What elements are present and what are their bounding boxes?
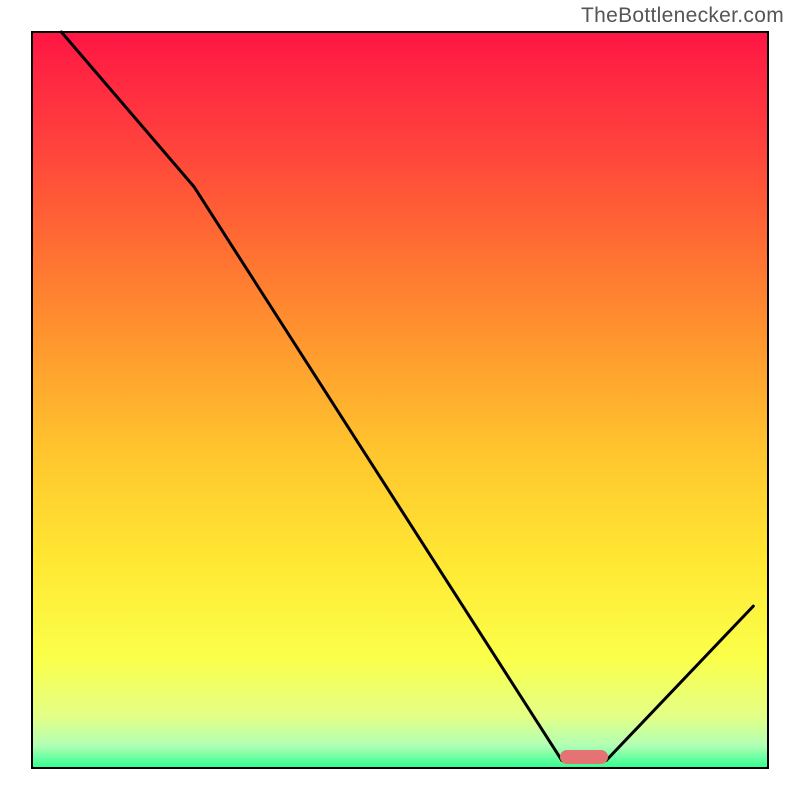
chart-svg: [0, 0, 800, 800]
attribution-label: TheBottlenecker.com: [581, 4, 784, 28]
bottleneck-chart: TheBottlenecker.com: [0, 0, 800, 800]
optimum-marker: [560, 750, 608, 764]
plot-background: [32, 32, 768, 768]
